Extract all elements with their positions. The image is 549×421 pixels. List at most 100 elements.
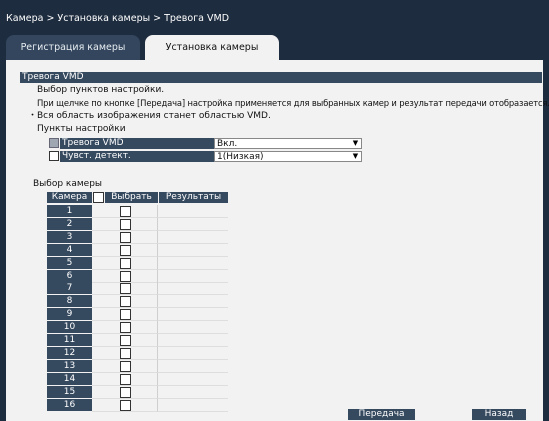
select-cell [92, 295, 158, 309]
result-cell [158, 334, 228, 347]
tab-camera-setup[interactable]: Установка камеры [145, 35, 279, 60]
camera-select-checkbox[interactable] [120, 218, 131, 230]
info-line-1: Выбор пунктов настройки. [37, 85, 165, 95]
select-cell [92, 385, 158, 399]
camera-select-checkbox[interactable] [120, 270, 131, 282]
table-row: 9 [47, 308, 228, 322]
table-row: 16 [47, 398, 228, 412]
section-header: Тревога VMD [20, 72, 542, 83]
result-cell [158, 373, 228, 386]
select-cell [92, 398, 158, 412]
column-header-select: Выбрать [105, 192, 158, 203]
setting-label-sensitivity: Чувст. детект. [60, 151, 214, 162]
camera-number: 3 [47, 230, 92, 243]
camera-number: 4 [47, 243, 92, 256]
table-row: 15 [47, 385, 228, 399]
select-cell [92, 282, 158, 296]
camera-select-checkbox[interactable] [120, 309, 131, 321]
vmd-alarm-value: Вкл. [217, 139, 238, 149]
select-cell [92, 230, 158, 244]
camera-number: 6 [47, 269, 92, 282]
result-cell [158, 386, 228, 399]
table-row: 5 [47, 256, 228, 270]
camera-select-checkbox[interactable] [120, 231, 131, 243]
table-row: 2 [47, 217, 228, 231]
settings-title: Пункты настройки [37, 124, 126, 134]
camera-select-checkbox[interactable] [120, 257, 131, 269]
camera-number: 16 [47, 398, 92, 411]
setting-row-vmd: Тревога VMD Вкл. ▼ [49, 138, 362, 149]
camera-select-checkbox[interactable] [120, 399, 131, 411]
camera-select-checkbox[interactable] [120, 373, 131, 385]
select-cell [92, 372, 158, 386]
tab-camera-registration[interactable]: Регистрация камеры [6, 35, 140, 60]
camera-number: 15 [47, 385, 92, 398]
camera-table: Камера Выбрать Результаты 1 2 3 4 5 6 7 8 9 10 11 1… [47, 192, 228, 412]
chevron-down-icon: ▼ [352, 139, 359, 147]
content-panel: Тревога VMD Выбор пунктов настройки. При… [6, 60, 549, 421]
camera-number: 9 [47, 308, 92, 321]
select-cell [92, 308, 158, 322]
camera-select-checkbox[interactable] [120, 360, 131, 372]
select-cell [92, 205, 158, 218]
camera-number: 5 [47, 256, 92, 269]
info-line-3: ・Вся область изображения станет областью… [28, 111, 271, 121]
camera-select-checkbox[interactable] [120, 296, 131, 308]
transfer-button[interactable]: Передача [348, 409, 415, 420]
camera-number: 11 [47, 334, 92, 346]
table-row: 1 [47, 205, 228, 218]
result-cell [158, 360, 228, 373]
select-cell [92, 269, 158, 283]
camera-select-checkbox[interactable] [120, 335, 131, 346]
select-cell [92, 359, 158, 373]
camera-number: 14 [47, 372, 92, 385]
result-cell [158, 218, 228, 231]
back-button[interactable]: Назад [472, 409, 526, 420]
camera-select-checkbox[interactable] [120, 283, 131, 295]
camera-number: 10 [47, 321, 92, 334]
result-cell [158, 205, 228, 218]
table-row: 6 [47, 269, 228, 283]
setting-label-vmd: Тревога VMD [60, 138, 214, 149]
sensitivity-select[interactable]: 1(Низкая) ▼ [214, 151, 362, 162]
vmd-alarm-select[interactable]: Вкл. ▼ [214, 138, 362, 149]
setting-checkbox-sensitivity[interactable] [49, 151, 59, 161]
table-row: 11 [47, 334, 228, 347]
column-header-results: Результаты [159, 192, 228, 203]
table-row: 3 [47, 230, 228, 244]
setting-row-sensitivity: Чувст. детект. 1(Низкая) ▼ [49, 151, 362, 162]
camera-number: 13 [47, 359, 92, 372]
setting-checkbox-vmd[interactable] [49, 138, 59, 148]
select-cell [92, 256, 158, 270]
screen: Камера > Установка камеры > Тревога VMD … [0, 0, 549, 421]
select-cell [92, 346, 158, 360]
table-row: 14 [47, 372, 228, 386]
table-row: 13 [47, 359, 228, 373]
select-cell [92, 243, 158, 257]
sensitivity-value: 1(Низкая) [217, 152, 264, 162]
table-row: 8 [47, 295, 228, 309]
table-row: 10 [47, 321, 228, 335]
camera-select-checkbox[interactable] [120, 244, 131, 256]
camera-number: 2 [47, 217, 92, 230]
select-cell [92, 217, 158, 231]
camera-select-checkbox[interactable] [120, 347, 131, 359]
result-cell [158, 295, 228, 309]
camera-select-checkbox[interactable] [120, 206, 131, 217]
result-cell [158, 257, 228, 270]
table-row: 7 [47, 282, 228, 296]
camera-number: 7 [47, 282, 92, 295]
camera-number: 1 [47, 205, 92, 217]
camera-select-checkbox[interactable] [120, 386, 131, 398]
select-cell [92, 321, 158, 335]
camera-select-checkbox[interactable] [120, 322, 131, 334]
camera-number: 12 [47, 346, 92, 359]
result-cell [158, 270, 228, 283]
result-cell [158, 399, 228, 412]
result-cell [158, 282, 228, 296]
info-line-2: При щелчке по кнопке [Передача] настройк… [37, 98, 549, 108]
result-cell [158, 231, 228, 244]
chevron-down-icon: ▼ [352, 152, 359, 160]
table-row: 12 [47, 346, 228, 360]
select-all-checkbox[interactable] [93, 192, 104, 203]
